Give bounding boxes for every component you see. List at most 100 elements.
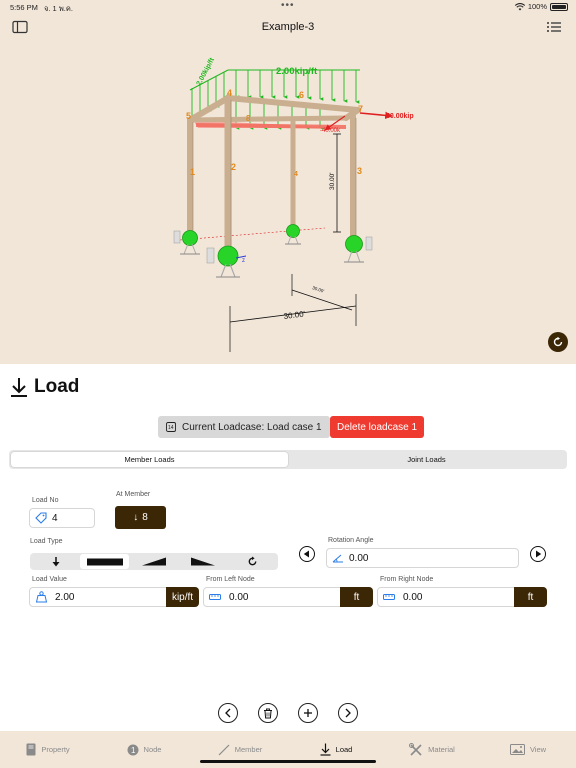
load-type-reverse[interactable] — [228, 554, 277, 569]
rotate-right-button[interactable] — [530, 546, 546, 562]
previous-load-button[interactable] — [218, 703, 238, 723]
dim-depth-label: 30.00' — [312, 285, 325, 294]
weight-icon — [35, 591, 47, 603]
svg-text:z: z — [242, 258, 245, 264]
svg-text:14: 14 — [168, 425, 174, 431]
load-value-label: Load Value — [32, 576, 67, 583]
load-type-point[interactable] — [31, 554, 80, 569]
panel-title-text: Load — [34, 376, 80, 397]
wifi-icon — [514, 2, 525, 10]
tab-node[interactable]: 1 Node — [96, 731, 192, 768]
tab-material[interactable]: Material — [384, 731, 480, 768]
rotation-angle-value: 0.00 — [349, 552, 369, 564]
battery-percent: 100% — [527, 2, 547, 11]
page-title: Example-3 — [261, 21, 315, 33]
status-date: จ. 1 พ.ค. — [44, 4, 73, 13]
tab-member-loads[interactable]: Member Loads — [11, 452, 288, 467]
tab-view[interactable]: View — [480, 731, 576, 768]
node-label-5: 5 — [186, 111, 191, 121]
load-no-field[interactable]: 4 — [29, 508, 95, 528]
from-left-label: From Left Node — [206, 576, 255, 583]
load-type-triangular-up[interactable] — [129, 554, 178, 569]
member-label-1: 1 — [190, 167, 195, 177]
battery-icon — [550, 2, 568, 11]
chevron-right-icon — [345, 708, 351, 718]
at-member-button[interactable]: ↓ 8 — [115, 506, 166, 529]
add-load-button[interactable] — [298, 703, 318, 723]
tab-property-label: Property — [41, 745, 70, 754]
rotation-angle-field[interactable]: 0.00 — [326, 548, 519, 568]
book-icon — [26, 743, 36, 756]
arrow-down-icon — [11, 378, 27, 397]
delete-load-button[interactable] — [258, 703, 278, 723]
tab-view-label: View — [529, 745, 547, 754]
loadcase-icon: 14 — [166, 422, 176, 432]
uniform-load-icon — [86, 558, 123, 565]
arrow-down-small-icon: ↓ — [133, 512, 139, 523]
tab-node-label: Node — [143, 745, 162, 754]
member-icon — [218, 744, 230, 755]
at-member-label: At Member — [116, 491, 151, 498]
triangle-load-up-icon — [142, 557, 166, 566]
dim-width-label: 30.00' — [283, 309, 306, 321]
load-value-value: 2.00 — [55, 591, 75, 603]
multitask-dots[interactable]: ••• — [281, 0, 295, 11]
ruler-icon — [383, 594, 395, 600]
load-category-segmented[interactable]: Member Loads Joint Loads — [9, 450, 567, 469]
tab-property[interactable]: Property — [0, 731, 96, 768]
angle-icon — [332, 554, 343, 563]
load-no-value: 4 — [52, 512, 58, 524]
point-load-neg-label: -40.00k — [320, 128, 341, 134]
delete-loadcase-button[interactable]: Delete loadcase 1 — [330, 416, 425, 438]
plus-icon — [304, 709, 312, 717]
member-label-8: 8 — [246, 114, 251, 123]
sidebar-icon[interactable] — [12, 20, 28, 34]
member-label-2: 2 — [231, 162, 236, 172]
from-right-label: From Right Node — [380, 576, 434, 583]
current-loadcase-button[interactable]: 14 Current Loadcase: Load case 1 — [158, 416, 330, 438]
point-load-icon — [52, 556, 60, 566]
load-type-uniform[interactable] — [80, 554, 130, 569]
tab-member-label: Member — [234, 745, 263, 754]
node-icon: 1 — [127, 744, 139, 755]
refresh-icon — [553, 336, 563, 347]
svg-text:1: 1 — [131, 746, 136, 755]
from-left-unit-button[interactable]: ft — [340, 587, 373, 607]
at-member-value: 8 — [142, 512, 148, 523]
tab-load-label: Load — [335, 745, 353, 754]
ruler-icon — [209, 594, 221, 600]
top-load-label: 2.00kip/ft — [276, 66, 318, 77]
node-label-4: 4 — [227, 88, 232, 98]
next-load-button[interactable] — [338, 703, 358, 723]
model-viewport[interactable]: 5:56 PM จ. 1 พ.ค. ••• 100% Example-3 2.0… — [0, 0, 576, 364]
member-label-4: 4 — [294, 171, 298, 178]
home-indicator — [200, 760, 376, 763]
tools-icon — [409, 742, 422, 756]
side-load-label: 2.00kip/ft — [196, 56, 217, 87]
chevron-left-icon — [225, 708, 231, 718]
dim-height-label: 30.00' — [329, 172, 336, 190]
tag-icon — [35, 512, 47, 524]
list-icon[interactable] — [546, 20, 562, 34]
load-type-selector[interactable] — [30, 553, 278, 570]
panel-title: Load — [10, 376, 79, 398]
reverse-icon — [248, 556, 257, 566]
current-loadcase-label: Current Loadcase: Load case 1 — [182, 421, 322, 433]
load-type-triangular-down[interactable] — [179, 554, 228, 569]
arrow-down-icon — [320, 743, 331, 756]
tab-joint-loads[interactable]: Joint Loads — [288, 452, 565, 467]
load-type-label: Load Type — [30, 538, 63, 545]
load-no-label: Load No — [32, 497, 59, 504]
from-right-unit-button[interactable]: ft — [514, 587, 547, 607]
member-label-3: 3 — [357, 166, 362, 176]
reset-view-button[interactable] — [548, 332, 568, 352]
from-left-value: 0.00 — [229, 591, 249, 603]
rotate-left-button[interactable] — [299, 546, 315, 562]
rotation-angle-label: Rotation Angle — [328, 537, 374, 544]
tab-material-label: Material — [428, 745, 455, 754]
status-bar: 5:56 PM จ. 1 พ.ค. ••• 100% — [0, 0, 576, 14]
frame-3d-model[interactable]: 2.00kip/ft 2.00kip/ft 40.00kip -40.00k 4… — [0, 40, 576, 360]
load-value-unit-button[interactable]: kip/ft — [166, 587, 199, 607]
image-icon — [509, 744, 525, 755]
triangle-load-down-icon — [191, 557, 216, 566]
